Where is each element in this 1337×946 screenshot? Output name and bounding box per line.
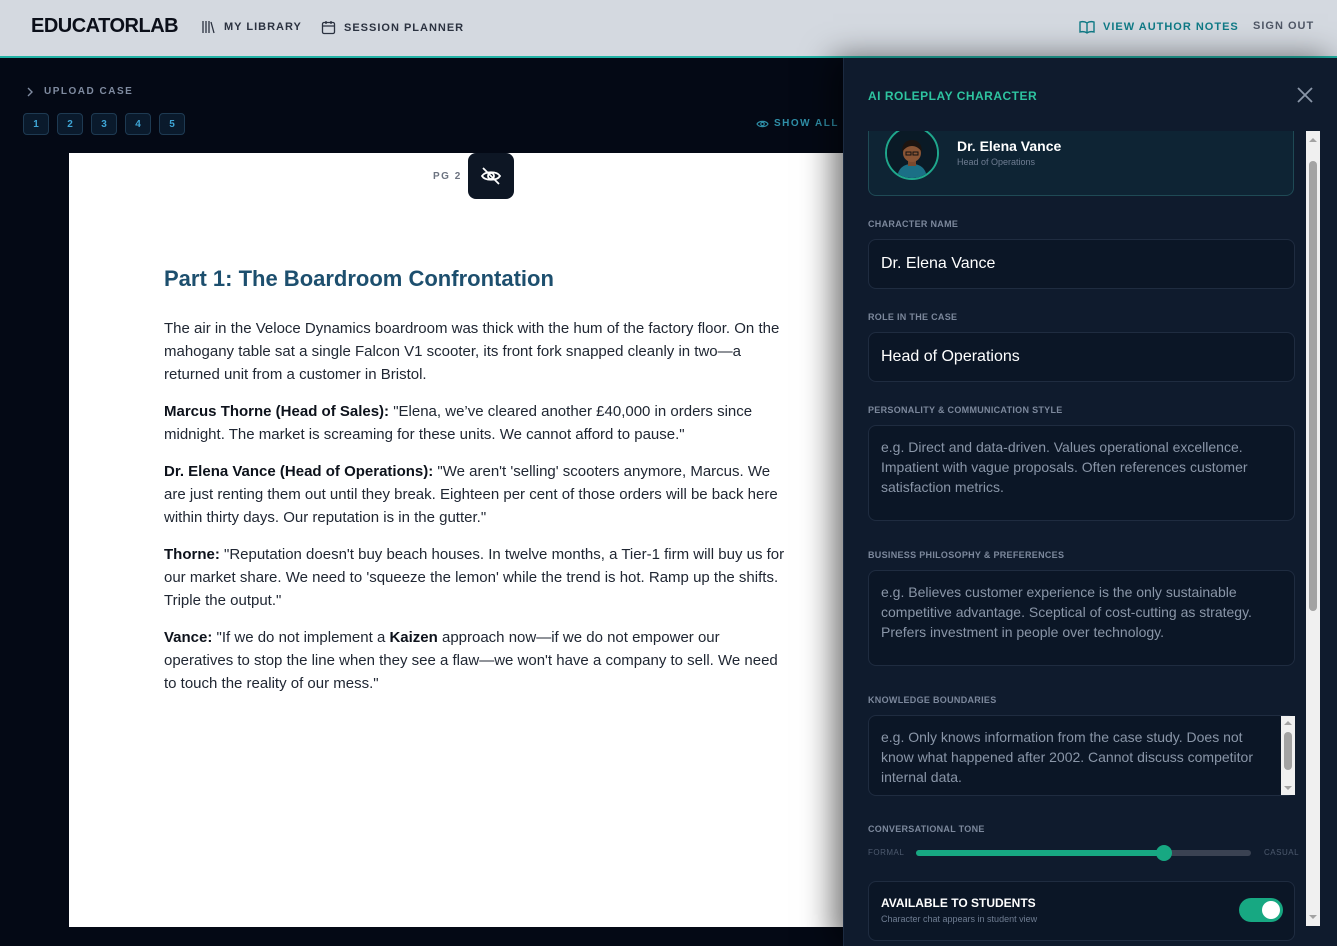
- character-preview-card: Dr. Elena Vance Head of Operations: [868, 131, 1294, 196]
- sign-out-button[interactable]: SIGN OUT: [1253, 20, 1314, 32]
- toggle-knob: [1262, 901, 1280, 919]
- avatar: [885, 131, 939, 180]
- knowledge-scroll-thumb[interactable]: [1284, 732, 1292, 770]
- top-bar: EDUCATORLAB MY LIBRARY SESSION PLANNER V…: [0, 0, 1337, 58]
- page-button-5[interactable]: 5: [159, 113, 185, 135]
- section-heading: Part 1: The Boardroom Confrontation: [164, 266, 554, 291]
- dialogue-paragraph: Vance: "If we do not implement a Kaizen …: [164, 626, 789, 695]
- speaker: Thorne:: [164, 546, 220, 563]
- tone-slider-thumb[interactable]: [1155, 845, 1172, 861]
- page-label: PG 2: [433, 171, 462, 182]
- tone-slider[interactable]: [916, 845, 1251, 861]
- scroll-up-icon: [1309, 138, 1317, 142]
- panel-scroll-thumb[interactable]: [1309, 161, 1317, 611]
- sign-out-label: SIGN OUT: [1253, 20, 1315, 32]
- nav-session-planner[interactable]: SESSION PLANNER: [321, 20, 464, 35]
- knowledge-textarea[interactable]: e.g. Only knows information from the cas…: [868, 715, 1295, 796]
- nav-my-library[interactable]: MY LIBRARY: [202, 20, 302, 34]
- page-button-3[interactable]: 3: [91, 113, 117, 135]
- dialogue-paragraph: Dr. Elena Vance (Head of Operations): "W…: [164, 460, 789, 529]
- book-open-icon: [1079, 21, 1095, 34]
- panel-title: AI ROLEPLAY CHARACTER: [868, 89, 1038, 103]
- available-subtitle: Character chat appears in student view: [881, 914, 1038, 924]
- document-page: PG 2 Part 1: The Boardroom Confrontation…: [69, 153, 843, 927]
- tone-max-label: CASUAL: [1264, 848, 1300, 857]
- knowledge-placeholder: e.g. Only knows information from the cas…: [881, 729, 1254, 785]
- calendar-icon: [321, 21, 336, 35]
- hide-page-button[interactable]: [468, 153, 514, 199]
- roleplay-character-panel: AI ROLEPLAY CHARACTER Dr. Elena Vance He…: [843, 58, 1337, 946]
- role-field[interactable]: Head of Operations: [868, 332, 1295, 382]
- role-value: Head of Operations: [881, 348, 1020, 365]
- show-all-button[interactable]: SHOW ALL: [756, 118, 839, 129]
- character-card-role: Head of Operations: [957, 157, 1036, 167]
- knowledge-label: KNOWLEDGE BOUNDARIES: [868, 695, 997, 705]
- dialogue-text: "Reputation doesn't buy beach houses. In…: [164, 546, 785, 609]
- emphasis: Kaizen: [389, 629, 438, 646]
- page-button-2[interactable]: 2: [57, 113, 83, 135]
- character-card-name: Dr. Elena Vance: [957, 138, 1062, 154]
- available-toggle[interactable]: [1239, 898, 1283, 922]
- character-name-label: CHARACTER NAME: [868, 219, 959, 229]
- close-icon: [1297, 87, 1313, 103]
- scroll-up-icon: [1284, 721, 1292, 725]
- case-body: The air in the Veloce Dynamics boardroom…: [164, 317, 789, 709]
- upload-case-toggle[interactable]: UPLOAD CASE: [26, 86, 133, 97]
- chevron-right-icon: [27, 87, 33, 96]
- philosophy-label: BUSINESS PHILOSOPHY & PREFERENCES: [868, 550, 1065, 560]
- library-icon: [202, 21, 215, 34]
- dialogue-text: "If we do not implement a: [212, 629, 390, 646]
- panel-scrollbar[interactable]: [1306, 131, 1320, 926]
- personality-label: PERSONALITY & COMMUNICATION STYLE: [868, 405, 1063, 415]
- eye-icon: [756, 120, 769, 127]
- available-to-students-row: AVAILABLE TO STUDENTS Character chat app…: [868, 881, 1295, 941]
- philosophy-textarea[interactable]: e.g. Believes customer experience is the…: [868, 570, 1295, 666]
- page-button-4[interactable]: 4: [125, 113, 151, 135]
- show-all-label: SHOW ALL: [774, 118, 839, 129]
- eye-off-icon: [480, 167, 502, 185]
- available-title: AVAILABLE TO STUDENTS: [881, 896, 1036, 910]
- tone-min-label: FORMAL: [868, 848, 905, 857]
- page-selector: 1 2 3 4 5: [23, 113, 185, 135]
- nav-session-planner-label: SESSION PLANNER: [344, 21, 465, 34]
- role-label: ROLE IN THE CASE: [868, 312, 958, 322]
- panel-scroll-area[interactable]: Dr. Elena Vance Head of Operations CHARA…: [844, 131, 1306, 946]
- page-button-1[interactable]: 1: [23, 113, 49, 135]
- upload-case-label: UPLOAD CASE: [44, 86, 134, 97]
- dialogue-paragraph: Thorne: "Reputation doesn't buy beach ho…: [164, 543, 789, 612]
- tone-slider-fill: [916, 850, 1164, 856]
- character-name-value: Dr. Elena Vance: [881, 255, 996, 272]
- scroll-down-icon: [1284, 786, 1292, 790]
- speaker: Vance:: [164, 629, 213, 646]
- dialogue-paragraph: Marcus Thorne (Head of Sales): "Elena, w…: [164, 400, 789, 446]
- view-author-notes-button[interactable]: VIEW AUTHOR NOTES: [1079, 20, 1239, 34]
- brand-logo[interactable]: EDUCATORLAB: [31, 15, 179, 38]
- close-panel-button[interactable]: [1296, 86, 1314, 109]
- nav-my-library-label: MY LIBRARY: [224, 21, 302, 33]
- knowledge-scrollbar[interactable]: [1281, 716, 1295, 795]
- view-author-notes-label: VIEW AUTHOR NOTES: [1103, 21, 1239, 33]
- character-name-field[interactable]: Dr. Elena Vance: [868, 239, 1295, 289]
- personality-textarea[interactable]: e.g. Direct and data-driven. Values oper…: [868, 425, 1295, 521]
- speaker: Dr. Elena Vance (Head of Operations):: [164, 463, 434, 480]
- speaker: Marcus Thorne (Head of Sales):: [164, 403, 390, 420]
- tone-label: CONVERSATIONAL TONE: [868, 824, 985, 834]
- paragraph: The air in the Veloce Dynamics boardroom…: [164, 320, 780, 383]
- scroll-down-icon: [1309, 915, 1317, 919]
- character-avatar-icon: [887, 131, 937, 178]
